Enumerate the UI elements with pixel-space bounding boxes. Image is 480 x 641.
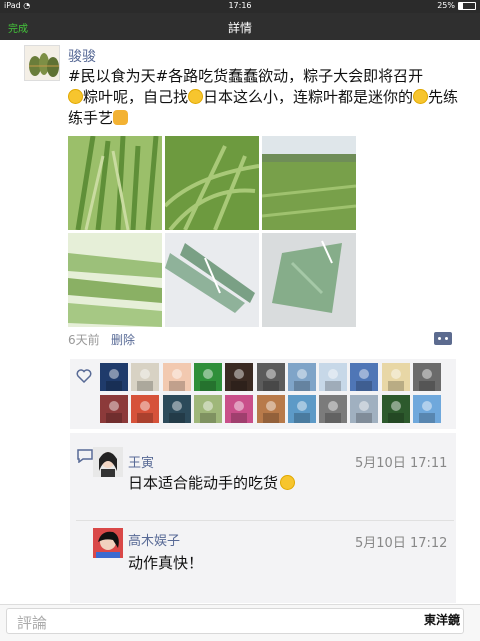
battery-indicator: 25% (437, 1, 476, 10)
like-avatar[interactable] (413, 363, 441, 391)
commenter-name[interactable]: 高木娱子 (128, 530, 180, 549)
like-avatar[interactable] (193, 363, 222, 391)
like-avatar[interactable] (319, 363, 348, 391)
commenter-name[interactable]: 王寅 (128, 452, 154, 471)
post-text: #民以食为天#各路吃货蠢蠢欲动，粽子大会即将召开 粽叶呢，自己找 日本这么小，连粽… (68, 66, 468, 129)
heart-icon (76, 369, 92, 383)
like-avatar[interactable] (287, 395, 316, 423)
status-bar: iPad ◔ 17:16 25% (0, 0, 480, 13)
like-avatar[interactable] (193, 395, 222, 423)
author-avatar[interactable] (24, 45, 60, 81)
like-avatar[interactable] (100, 395, 128, 423)
dot (438, 337, 441, 340)
comment-time: 5月10日 17:11 (355, 456, 448, 471)
page-title: 詳情 (227, 21, 252, 35)
post-text-part: #民以食为天#各路吃货蠢蠢欲动，粽子大会即将召开 (68, 67, 424, 85)
post-text-part: 日本这么小，连粽叶都是迷你的 (203, 88, 414, 106)
photo-reeds[interactable] (68, 136, 162, 230)
like-avatar[interactable] (256, 363, 285, 391)
like-avatar[interactable] (319, 395, 348, 423)
like-avatar[interactable] (162, 395, 191, 423)
post-time: 6天前 (68, 333, 100, 347)
commenter-avatar[interactable] (93, 528, 123, 558)
photo-tall-grass[interactable] (165, 136, 259, 230)
like-avatar[interactable] (381, 363, 410, 391)
grinning-emoji-icon (68, 89, 83, 104)
comment-text-content: 日本适合能动手的吃货 (128, 474, 279, 492)
comment-more-button[interactable] (434, 332, 452, 345)
comment-time: 5月10日 17:12 (355, 536, 448, 551)
comment-text[interactable]: 日本适合能动手的吃货 (128, 472, 296, 493)
like-avatar[interactable] (131, 395, 160, 423)
comment-input[interactable]: 評論 (6, 608, 464, 634)
watermark: 東洋鏡 (424, 613, 461, 627)
battery-percent: 25% (437, 1, 455, 10)
photo-rice-field[interactable] (262, 136, 356, 230)
like-avatar[interactable] (413, 395, 441, 423)
like-avatar[interactable] (381, 395, 410, 423)
smile-emoji-icon (280, 475, 296, 490)
dot (445, 337, 448, 340)
comment-bubble-icon (77, 449, 93, 463)
comment-text[interactable]: 动作真快！ (128, 552, 203, 573)
photo-leaves-bundle[interactable] (165, 233, 259, 327)
clock: 17:16 (228, 1, 252, 10)
like-avatar[interactable] (350, 395, 379, 423)
smile-emoji-icon (188, 89, 204, 104)
battery-icon (458, 1, 476, 10)
photo-grid (68, 136, 360, 329)
battery-fill (459, 2, 463, 9)
delete-link[interactable]: 删除 (111, 331, 135, 348)
comment-divider (76, 520, 454, 521)
photo-leaves-folded[interactable] (262, 233, 356, 327)
like-avatar[interactable] (256, 395, 285, 423)
like-avatar[interactable] (350, 363, 379, 391)
like-avatar[interactable] (100, 363, 128, 391)
author-name[interactable]: 骏骏 (68, 46, 96, 66)
like-avatar[interactable] (225, 395, 254, 423)
post-text-part: 粽叶呢，自己找 (83, 88, 189, 106)
like-avatar[interactable] (131, 363, 160, 391)
commenter-avatar[interactable] (93, 447, 123, 477)
flexed-arm-emoji-icon (113, 110, 129, 125)
like-avatar[interactable] (162, 363, 191, 391)
like-avatar[interactable] (225, 363, 254, 391)
photo-leaves-stack[interactable] (68, 233, 162, 327)
laughing-emoji-icon (413, 89, 429, 104)
nav-bar: 完成 詳情 (0, 13, 480, 40)
like-avatar[interactable] (287, 363, 316, 391)
comment-input-placeholder: 評論 (17, 614, 48, 632)
